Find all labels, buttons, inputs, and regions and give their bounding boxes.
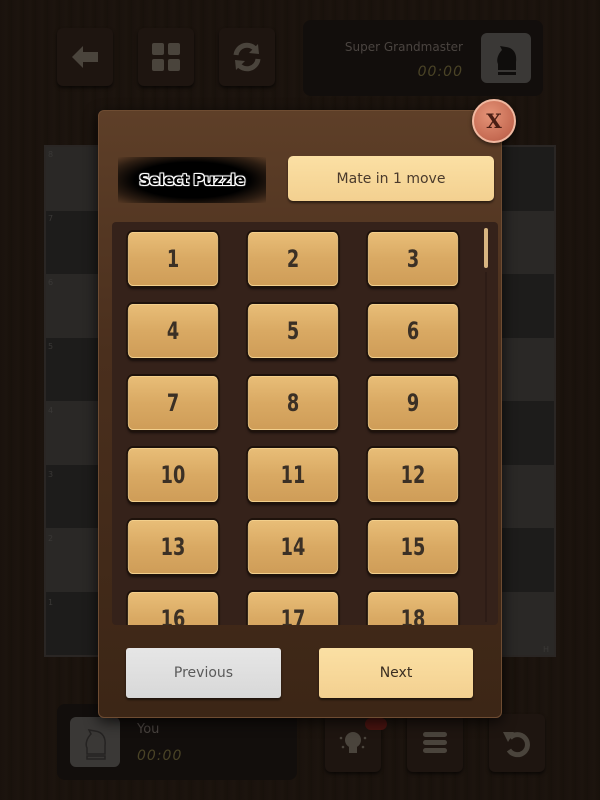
- puzzle-button[interactable]: 18: [367, 592, 459, 625]
- puzzle-number: 16: [160, 605, 186, 625]
- undo-button[interactable]: [489, 714, 545, 772]
- rank-label: 2: [48, 534, 54, 543]
- close-icon: X: [486, 109, 502, 133]
- back-button[interactable]: [57, 28, 113, 86]
- move-list-button[interactable]: [407, 714, 463, 772]
- puzzle-button[interactable]: 13: [127, 520, 219, 574]
- refresh-icon: [233, 42, 261, 72]
- puzzle-button[interactable]: 16: [127, 592, 219, 625]
- puzzle-number: 6: [406, 317, 420, 345]
- rank-label: 6: [48, 278, 54, 287]
- arrow-left-icon: [72, 46, 98, 68]
- knight-icon: [85, 729, 106, 760]
- puzzle-button[interactable]: 17: [247, 592, 339, 625]
- flip-board-button[interactable]: [219, 28, 275, 86]
- puzzles-menu-button[interactable]: [138, 28, 194, 86]
- rank-label: 3: [48, 470, 54, 479]
- puzzle-number: 17: [280, 605, 306, 625]
- opponent-panel: Super Grandmaster 00:00: [303, 20, 543, 96]
- puzzle-number: 4: [166, 317, 180, 345]
- knight-icon: [497, 46, 517, 75]
- player-avatar: [70, 717, 120, 767]
- player-timer: 00:00: [137, 748, 183, 764]
- rank-label: 7: [48, 214, 54, 223]
- dialog-title: Select Puzzle: [118, 157, 266, 203]
- undo-icon: [503, 732, 530, 758]
- puzzle-list-scrollbar[interactable]: [484, 228, 488, 268]
- puzzle-number: 14: [280, 533, 306, 561]
- puzzle-number: 15: [400, 533, 426, 561]
- scroll-track: [485, 272, 487, 622]
- puzzle-button[interactable]: 6: [367, 304, 459, 358]
- puzzle-button[interactable]: 2: [247, 232, 339, 286]
- puzzle-number: 7: [166, 389, 180, 417]
- puzzle-button[interactable]: 11: [247, 448, 339, 502]
- hint-count-badge: [365, 718, 387, 730]
- puzzle-number: 8: [286, 389, 300, 417]
- next-button[interactable]: Next: [319, 648, 473, 698]
- opponent-timer: 00:00: [417, 64, 463, 80]
- puzzle-button[interactable]: 7: [127, 376, 219, 430]
- puzzle-category-button[interactable]: Mate in 1 move: [288, 156, 494, 201]
- puzzle-button[interactable]: 14: [247, 520, 339, 574]
- lightbulb-icon: [339, 732, 367, 753]
- puzzle-button[interactable]: 9: [367, 376, 459, 430]
- puzzle-button[interactable]: 8: [247, 376, 339, 430]
- puzzle-button[interactable]: 10: [127, 448, 219, 502]
- opponent-name: Super Grandmaster: [344, 40, 463, 54]
- puzzle-number: 18: [400, 605, 426, 625]
- player-name: You: [137, 722, 160, 737]
- puzzle-number: 13: [160, 533, 186, 561]
- close-dialog-button[interactable]: X: [472, 99, 516, 143]
- rank-label: 4: [48, 406, 54, 415]
- puzzle-button[interactable]: 1: [127, 232, 219, 286]
- list-icon: [423, 732, 447, 753]
- grid-icon: [152, 43, 180, 71]
- puzzle-button[interactable]: 15: [367, 520, 459, 574]
- puzzle-number: 5: [286, 317, 300, 345]
- puzzle-number: 1: [166, 245, 180, 273]
- puzzle-number: 11: [280, 461, 306, 489]
- puzzle-number: 10: [160, 461, 186, 489]
- opponent-avatar: [481, 33, 531, 83]
- puzzle-button[interactable]: 3: [367, 232, 459, 286]
- puzzle-number: 12: [400, 461, 426, 489]
- puzzle-number: 9: [406, 389, 420, 417]
- puzzle-list[interactable]: 1 2 3 4 5 6 7 8 9 10 11 12 13 14 15 16 17 18: [112, 222, 498, 625]
- previous-button[interactable]: Previous: [126, 648, 281, 698]
- rank-label: 1: [48, 598, 54, 607]
- puzzle-number: 3: [406, 245, 420, 273]
- rank-label: 5: [48, 342, 54, 351]
- puzzle-button[interactable]: 12: [367, 448, 459, 502]
- puzzle-button[interactable]: 4: [127, 304, 219, 358]
- file-label: H: [543, 645, 550, 654]
- rank-label: 8: [48, 150, 54, 159]
- puzzle-number: 2: [286, 245, 300, 273]
- puzzle-button[interactable]: 5: [247, 304, 339, 358]
